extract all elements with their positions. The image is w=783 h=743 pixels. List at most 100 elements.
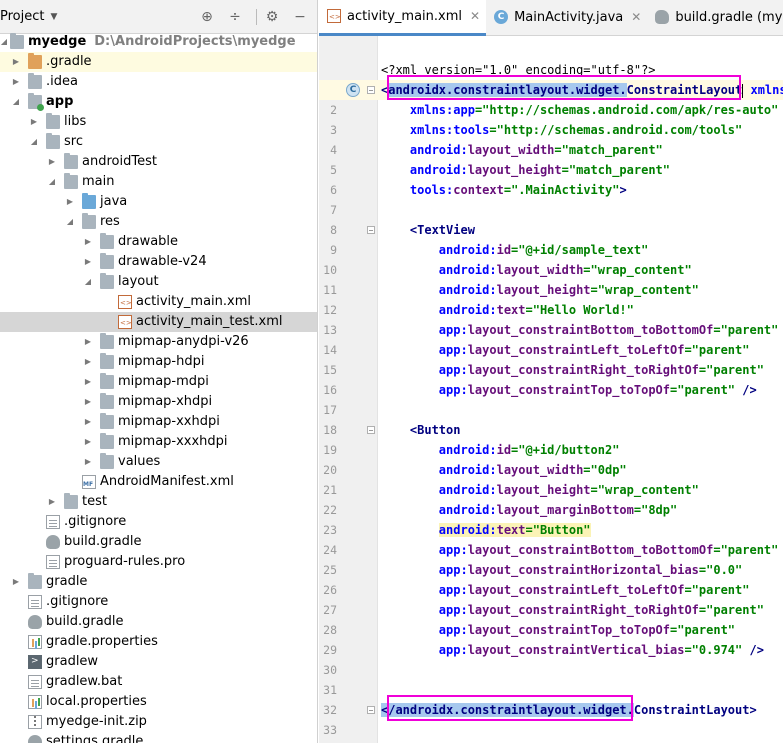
tree-item[interactable]: ▶ mipmap-hdpi xyxy=(0,352,317,372)
tree-item-label: test xyxy=(82,494,107,509)
tree-item-label: gradle.properties xyxy=(46,634,158,649)
collapsed-arrow-icon[interactable]: ▶ xyxy=(10,52,22,72)
tree-item[interactable]: ▶ gradle xyxy=(0,572,317,592)
folder-icon xyxy=(28,53,42,69)
tree-item[interactable]: gradle.properties xyxy=(0,632,317,652)
tree-item-label: app xyxy=(46,94,74,109)
fold-icon[interactable] xyxy=(367,706,375,714)
tree-item[interactable]: settings.gradle xyxy=(0,732,317,743)
code-line: 16 app:layout_constraintRight_toRightOf=… xyxy=(319,360,783,397)
collapsed-arrow-icon[interactable]: ▶ xyxy=(82,372,94,392)
tree-item[interactable]: ▶ drawable-v24 xyxy=(0,252,317,272)
folder-icon xyxy=(100,393,114,409)
collapsed-arrow-icon[interactable]: ▶ xyxy=(82,432,94,452)
project-path: D:\AndroidProjects\myedge xyxy=(94,34,296,49)
tree-item[interactable]: activity_main.xml xyxy=(0,292,317,312)
tree-item[interactable]: build.gradle xyxy=(0,612,317,632)
gradle-icon xyxy=(28,615,42,629)
tree-item[interactable]: ▶ libs xyxy=(0,112,317,132)
xml-file-icon xyxy=(118,295,132,309)
collapsed-arrow-icon[interactable]: ▶ xyxy=(82,392,94,412)
folder-icon xyxy=(46,113,60,129)
tree-item[interactable]: build.gradle xyxy=(0,532,317,552)
expanded-arrow-icon[interactable]: ◢ xyxy=(0,32,10,52)
expanded-arrow-icon[interactable]: ◢ xyxy=(46,172,58,192)
folder-icon xyxy=(100,233,114,249)
tree-item[interactable]: ▶ androidTest xyxy=(0,152,317,172)
tree-item[interactable]: local.properties xyxy=(0,692,317,712)
code-area[interactable]: 1 <?xml version="1.0" encoding="utf-8"?>… xyxy=(319,60,783,737)
minimize-icon[interactable]: − xyxy=(289,6,311,28)
class-marker-icon[interactable]: C xyxy=(346,83,360,97)
collapsed-arrow-icon[interactable]: ▶ xyxy=(64,192,76,212)
tree-item[interactable]: ▶ mipmap-mdpi xyxy=(0,372,317,392)
expanded-arrow-icon[interactable]: ◢ xyxy=(28,132,40,152)
collapsed-arrow-icon[interactable]: ▶ xyxy=(46,152,58,172)
collapsed-arrow-icon[interactable]: ▶ xyxy=(82,452,94,472)
tab-main-activity-java[interactable]: C MainActivity.java ✕ xyxy=(486,0,647,35)
folder-icon xyxy=(100,353,114,369)
collapsed-arrow-icon[interactable]: ▶ xyxy=(46,492,58,512)
tree-item[interactable]: ◢ main xyxy=(0,172,317,192)
tree-item[interactable]: proguard-rules.pro xyxy=(0,552,317,572)
tree-item[interactable]: AndroidManifest.xml xyxy=(0,472,317,492)
collapsed-arrow-icon[interactable]: ▶ xyxy=(82,332,94,352)
tree-item[interactable]: ◢ src xyxy=(0,132,317,152)
collapsed-arrow-icon[interactable]: ▶ xyxy=(82,252,94,272)
tree-item[interactable]: ▶ .gradle xyxy=(0,52,317,72)
collapsed-arrow-icon[interactable]: ▶ xyxy=(10,72,22,92)
tree-item[interactable]: ◢ myedge D:\AndroidProjects\myedge xyxy=(0,32,317,52)
editor: activity_main.xml ✕ C MainActivity.java … xyxy=(319,0,783,743)
collapse-icon[interactable]: ÷ xyxy=(224,6,246,28)
toolbar-divider xyxy=(256,8,257,25)
collapsed-arrow-icon[interactable]: ▶ xyxy=(82,412,94,432)
expanded-arrow-icon[interactable]: ◢ xyxy=(82,272,94,292)
view-dropdown-icon[interactable]: ▼ xyxy=(50,12,57,22)
tree-item-label: .gitignore xyxy=(64,514,127,529)
tree-item[interactable]: ▶ mipmap-xxhdpi xyxy=(0,412,317,432)
collapsed-arrow-icon[interactable]: ▶ xyxy=(28,112,40,132)
line-number: 33 xyxy=(323,723,337,737)
xml-file-icon xyxy=(327,9,341,23)
tree-item-label: java xyxy=(100,194,128,209)
tab-activity-main-xml[interactable]: activity_main.xml ✕ xyxy=(319,0,487,36)
expanded-arrow-icon[interactable]: ◢ xyxy=(64,212,76,232)
tree-item[interactable]: ◢ layout xyxy=(0,272,317,292)
folder-icon xyxy=(100,373,114,389)
tree-item[interactable]: ◢ res xyxy=(0,212,317,232)
gear-icon[interactable]: ⚙ xyxy=(261,6,283,28)
tree-item-label: .gradle xyxy=(46,54,92,69)
tree-item[interactable]: ▶ mipmap-anydpi-v26 xyxy=(0,332,317,352)
code-line: 13 android:text="Hello World!" xyxy=(319,300,783,337)
tree-item[interactable]: ▶ values xyxy=(0,452,317,472)
fold-icon[interactable] xyxy=(367,226,375,234)
tree-item-label: mipmap-xxhdpi xyxy=(118,414,220,429)
tree-item[interactable]: activity_main_test.xml xyxy=(0,312,317,332)
tree-item[interactable]: ▶ java xyxy=(0,192,317,212)
tree-item-label: src xyxy=(64,134,83,149)
tree-item[interactable]: ◢ app xyxy=(0,92,317,112)
collapsed-arrow-icon[interactable]: ▶ xyxy=(82,232,94,252)
tree-item[interactable]: ▶ mipmap-xxxhdpi xyxy=(0,432,317,452)
tree-item[interactable]: gradlew.bat xyxy=(0,672,317,692)
tree-item[interactable]: .gitignore xyxy=(0,592,317,612)
tree-item[interactable]: myedge-init.zip xyxy=(0,712,317,732)
fold-icon[interactable] xyxy=(367,86,375,94)
tree-item[interactable]: gradlew xyxy=(0,652,317,672)
tab-build-gradle[interactable]: build.gradle (myedge) xyxy=(647,0,783,35)
close-icon[interactable]: ✕ xyxy=(470,9,480,23)
fold-icon[interactable] xyxy=(367,426,375,434)
tree-item[interactable]: ▶ test xyxy=(0,492,317,512)
tree-item[interactable]: .gitignore xyxy=(0,512,317,532)
text-file-icon xyxy=(28,595,42,609)
target-icon[interactable]: ⊕ xyxy=(196,6,218,28)
tree-item[interactable]: ▶ mipmap-xhdpi xyxy=(0,392,317,412)
manifest-file-icon xyxy=(82,475,96,489)
close-icon[interactable]: ✕ xyxy=(631,10,641,24)
tree-item[interactable]: ▶ drawable xyxy=(0,232,317,252)
tree-item[interactable]: ▶ .idea xyxy=(0,72,317,92)
expanded-arrow-icon[interactable]: ◢ xyxy=(10,92,22,112)
project-view-title[interactable]: Project xyxy=(0,9,44,24)
collapsed-arrow-icon[interactable]: ▶ xyxy=(82,352,94,372)
collapsed-arrow-icon[interactable]: ▶ xyxy=(10,572,22,592)
